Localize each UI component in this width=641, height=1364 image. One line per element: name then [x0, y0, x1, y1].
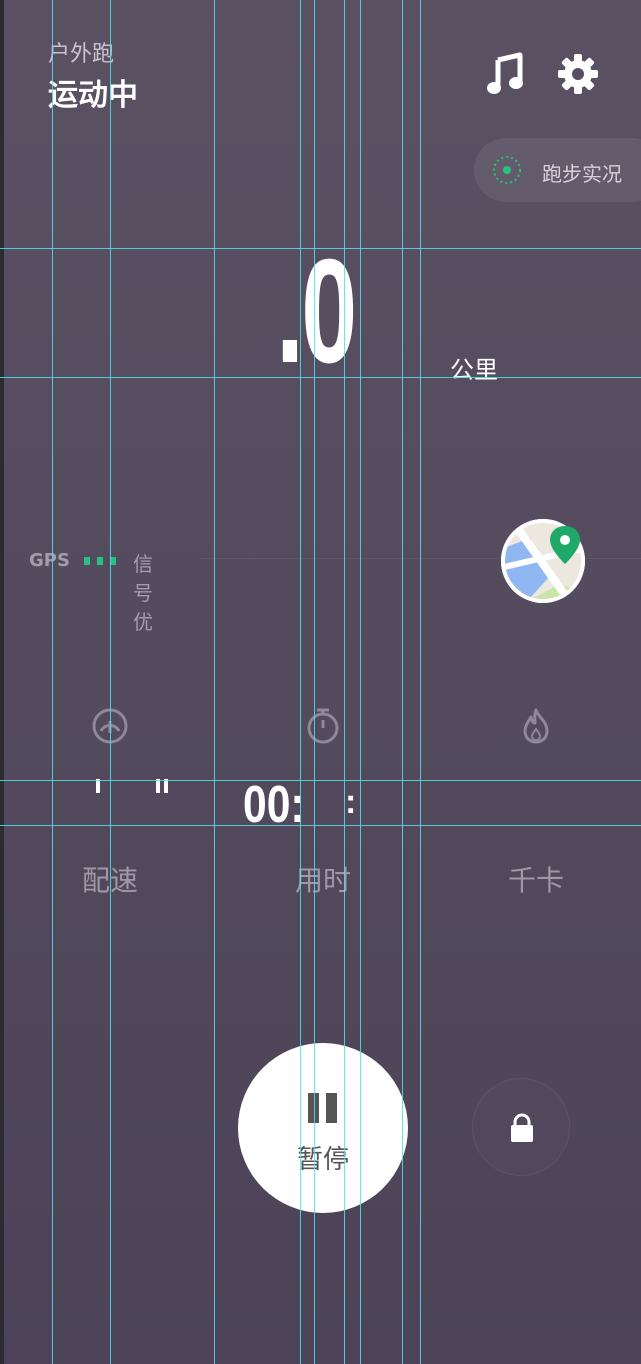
music-button[interactable] [486, 52, 526, 96]
time-label: 用时 [294, 864, 351, 897]
map-button[interactable] [500, 518, 586, 604]
lock-icon [511, 1113, 533, 1142]
pace-value [30, 779, 190, 803]
guide-line [52, 0, 53, 1364]
pace-minute-mark [96, 779, 100, 793]
music-note-icon [487, 52, 523, 94]
pace-second-mark [164, 779, 168, 793]
running-live-label: 跑步实况 [542, 162, 622, 186]
guide-line [420, 0, 421, 1364]
activity-status: 运动中 [48, 78, 138, 113]
gps-signal-status: 信号优 [133, 552, 153, 634]
running-screen: 户外跑 运动中 跑步实况 .0 公里 GPS 信号优 配速 00:: 用时 千… [0, 0, 641, 1364]
speedometer-icon [92, 708, 128, 744]
flame-icon [523, 708, 549, 744]
distance-value: .0 [276, 229, 357, 394]
time-value: 00: : [243, 775, 403, 835]
map-pin-icon [501, 519, 585, 603]
pace-second-mark [156, 779, 160, 793]
stopwatch-icon [307, 708, 339, 744]
settings-button[interactable] [558, 54, 598, 94]
guide-line [214, 0, 215, 1364]
time-value-separator: : [345, 783, 357, 821]
calories-label: 千卡 [507, 864, 564, 897]
distance-unit: 公里 [450, 356, 498, 384]
left-edge-bar [0, 0, 4, 1364]
time-value-prefix: 00: [243, 776, 305, 834]
running-live-button[interactable]: 跑步实况 [474, 138, 641, 202]
lock-button[interactable] [472, 1078, 570, 1176]
pace-label: 配速 [81, 864, 138, 897]
gear-icon [558, 54, 598, 94]
gps-signal-icon [84, 557, 116, 565]
guide-line [110, 0, 111, 1364]
live-ring-icon [493, 156, 521, 184]
activity-type: 户外跑 [48, 42, 115, 67]
pause-button[interactable]: 暂停 [238, 1043, 408, 1213]
pause-icon [308, 1093, 337, 1123]
gps-label: GPS [29, 550, 70, 571]
pause-label: 暂停 [296, 1145, 349, 1175]
